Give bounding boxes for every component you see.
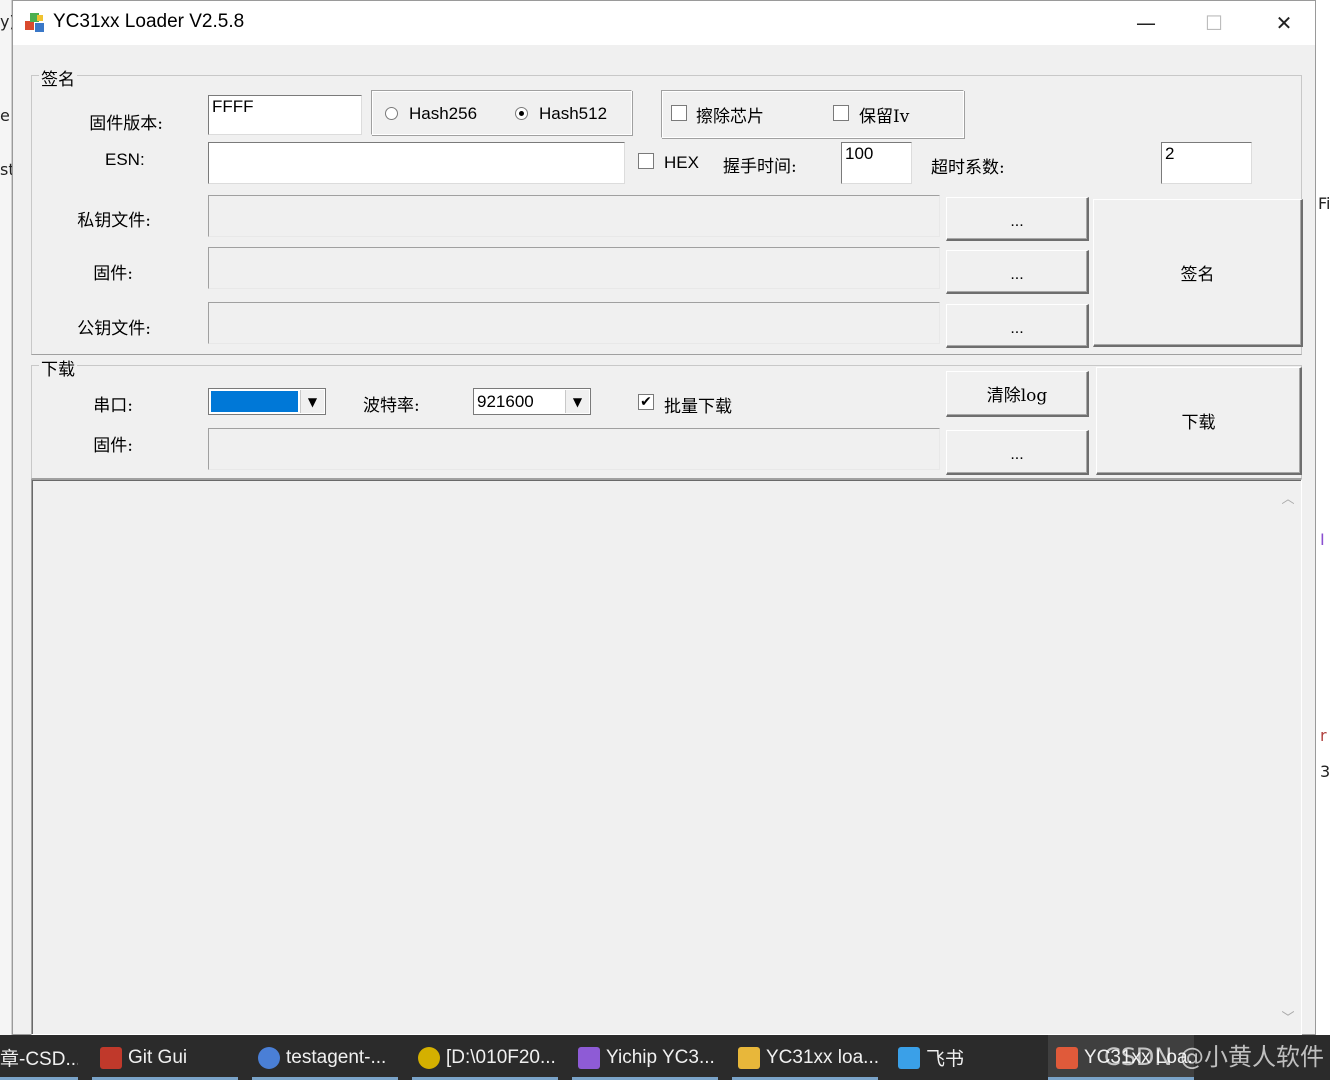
app-cubes-icon [1056,1046,1078,1069]
private-key-browse-button[interactable]: ... [946,197,1089,241]
public-key-label: 公钥文件: [77,319,151,339]
taskbar-item-label: Git Gui [128,1046,188,1068]
clear-log-button[interactable]: 清除log [946,371,1089,417]
taskbar-item-label: YC31xx loa... [766,1046,878,1068]
keep-iv-label[interactable]: 保留Iv [859,102,909,127]
keep-iv-checkbox[interactable] [833,105,849,121]
close-button[interactable]: ✕ [1250,1,1318,45]
taskbar-item[interactable]: YC31xx loa... [732,1035,878,1080]
window-title: YC31xx Loader V2.5.8 [53,11,245,32]
download-firmware-label: 固件: [93,436,133,456]
sign-group-label: 签名 [39,65,77,90]
timeout-factor-input[interactable]: 2 [1161,142,1252,184]
esn-label: ESN: [105,150,145,169]
scroll-up-icon[interactable]: ︿ [1277,488,1299,507]
git-gui-icon [100,1046,122,1069]
maximize-button[interactable]: ☐ [1180,1,1248,45]
timeout-factor-label: 超时系数: [931,158,1005,178]
taskbar-item[interactable]: Yichip YC3... [572,1035,718,1080]
app-cubes-icon [25,13,44,32]
private-key-path-field[interactable] [208,195,940,237]
log-scrollbar[interactable]: ︿ ﹀ [1277,482,1299,1034]
sign-button[interactable]: 签名 [1093,199,1303,347]
taskbar-item[interactable]: 章-CSD... [0,1035,78,1080]
baud-rate-select[interactable]: 921600 ▼ [473,388,591,415]
taskbar-item-label: [D:\010F20... [446,1046,556,1068]
scroll-down-icon[interactable]: ﹀ [1277,1007,1299,1026]
batch-download-checkbox[interactable]: ✔ [638,394,654,410]
hash256-label[interactable]: Hash256 [409,104,477,124]
taskbar-item[interactable]: 飞书 [892,1035,1038,1080]
taskbar-item[interactable]: testagent-... [252,1035,398,1080]
visual-studio-icon [578,1046,600,1069]
minimize-button[interactable]: — [1112,1,1180,45]
folder-icon [738,1046,760,1069]
chevron-down-icon[interactable]: ▼ [300,390,324,413]
public-key-browse-button[interactable]: ... [946,304,1089,348]
baud-rate-value: 921600 [477,392,534,411]
background-text: e [0,106,10,125]
taskbar-item-label: 飞书 [926,1049,965,1070]
erase-chip-checkbox[interactable] [671,105,687,121]
loader-window: YC31xx Loader V2.5.8 — ☐ ✕ 签名 固件版本: FFFF… [12,0,1316,1035]
taskbar-item-label: Yichip YC3... [606,1046,715,1068]
firmware-version-label: 固件版本: [89,114,163,134]
erase-chip-label[interactable]: 擦除芯片 [696,102,764,127]
private-key-label: 私钥文件: [77,211,151,231]
taskbar-item-label: testagent-... [286,1046,387,1068]
hex-label[interactable]: HEX [664,153,699,173]
log-textarea[interactable]: ︿ ﹀ [31,479,1302,1035]
taskbar-item-label: 章-CSD... [0,1049,78,1070]
background-text: r [1320,726,1327,745]
handshake-time-input[interactable]: 100 [841,142,912,184]
sign-firmware-label: 固件: [93,264,133,284]
background-text: I [1320,530,1325,549]
hash256-radio[interactable] [385,107,398,120]
hash512-label[interactable]: Hash512 [539,104,607,124]
background-text: Fi [1318,194,1330,213]
agent-icon [258,1046,280,1069]
batch-download-label[interactable]: 批量下载 [664,392,732,417]
background-window-right: Fi I r 3 [1316,0,1330,1035]
serial-port-label: 串口: [93,396,133,416]
public-key-path-field[interactable] [208,302,940,344]
download-firmware-browse-button[interactable]: ... [946,430,1089,475]
download-button[interactable]: 下载 [1096,367,1302,475]
feishu-icon [898,1046,920,1069]
terminal-app-icon [418,1046,440,1069]
taskbar-item[interactable]: Git Gui [92,1035,238,1080]
hex-checkbox[interactable] [638,153,654,169]
watermark: CSDN @小黄人软件 [1103,1043,1324,1071]
download-firmware-path-field[interactable] [208,428,940,470]
esn-input[interactable] [208,142,625,184]
download-group-label: 下载 [39,355,77,380]
hash512-radio[interactable] [515,107,528,120]
sign-firmware-browse-button[interactable]: ... [946,250,1089,294]
firmware-version-input[interactable]: FFFF [208,95,362,135]
serial-port-selection-highlight [211,391,298,412]
serial-port-select[interactable]: ▼ [208,388,326,415]
chevron-down-icon[interactable]: ▼ [565,390,589,413]
baud-rate-label: 波特率: [363,396,420,416]
background-text: 3 [1320,762,1330,781]
handshake-time-label: 握手时间: [723,157,797,177]
sign-firmware-path-field[interactable] [208,247,940,289]
background-window-left: y) e st [0,0,16,1035]
title-bar[interactable]: YC31xx Loader V2.5.8 — ☐ ✕ [13,1,1315,45]
taskbar-item[interactable]: [D:\010F20... [412,1035,558,1080]
